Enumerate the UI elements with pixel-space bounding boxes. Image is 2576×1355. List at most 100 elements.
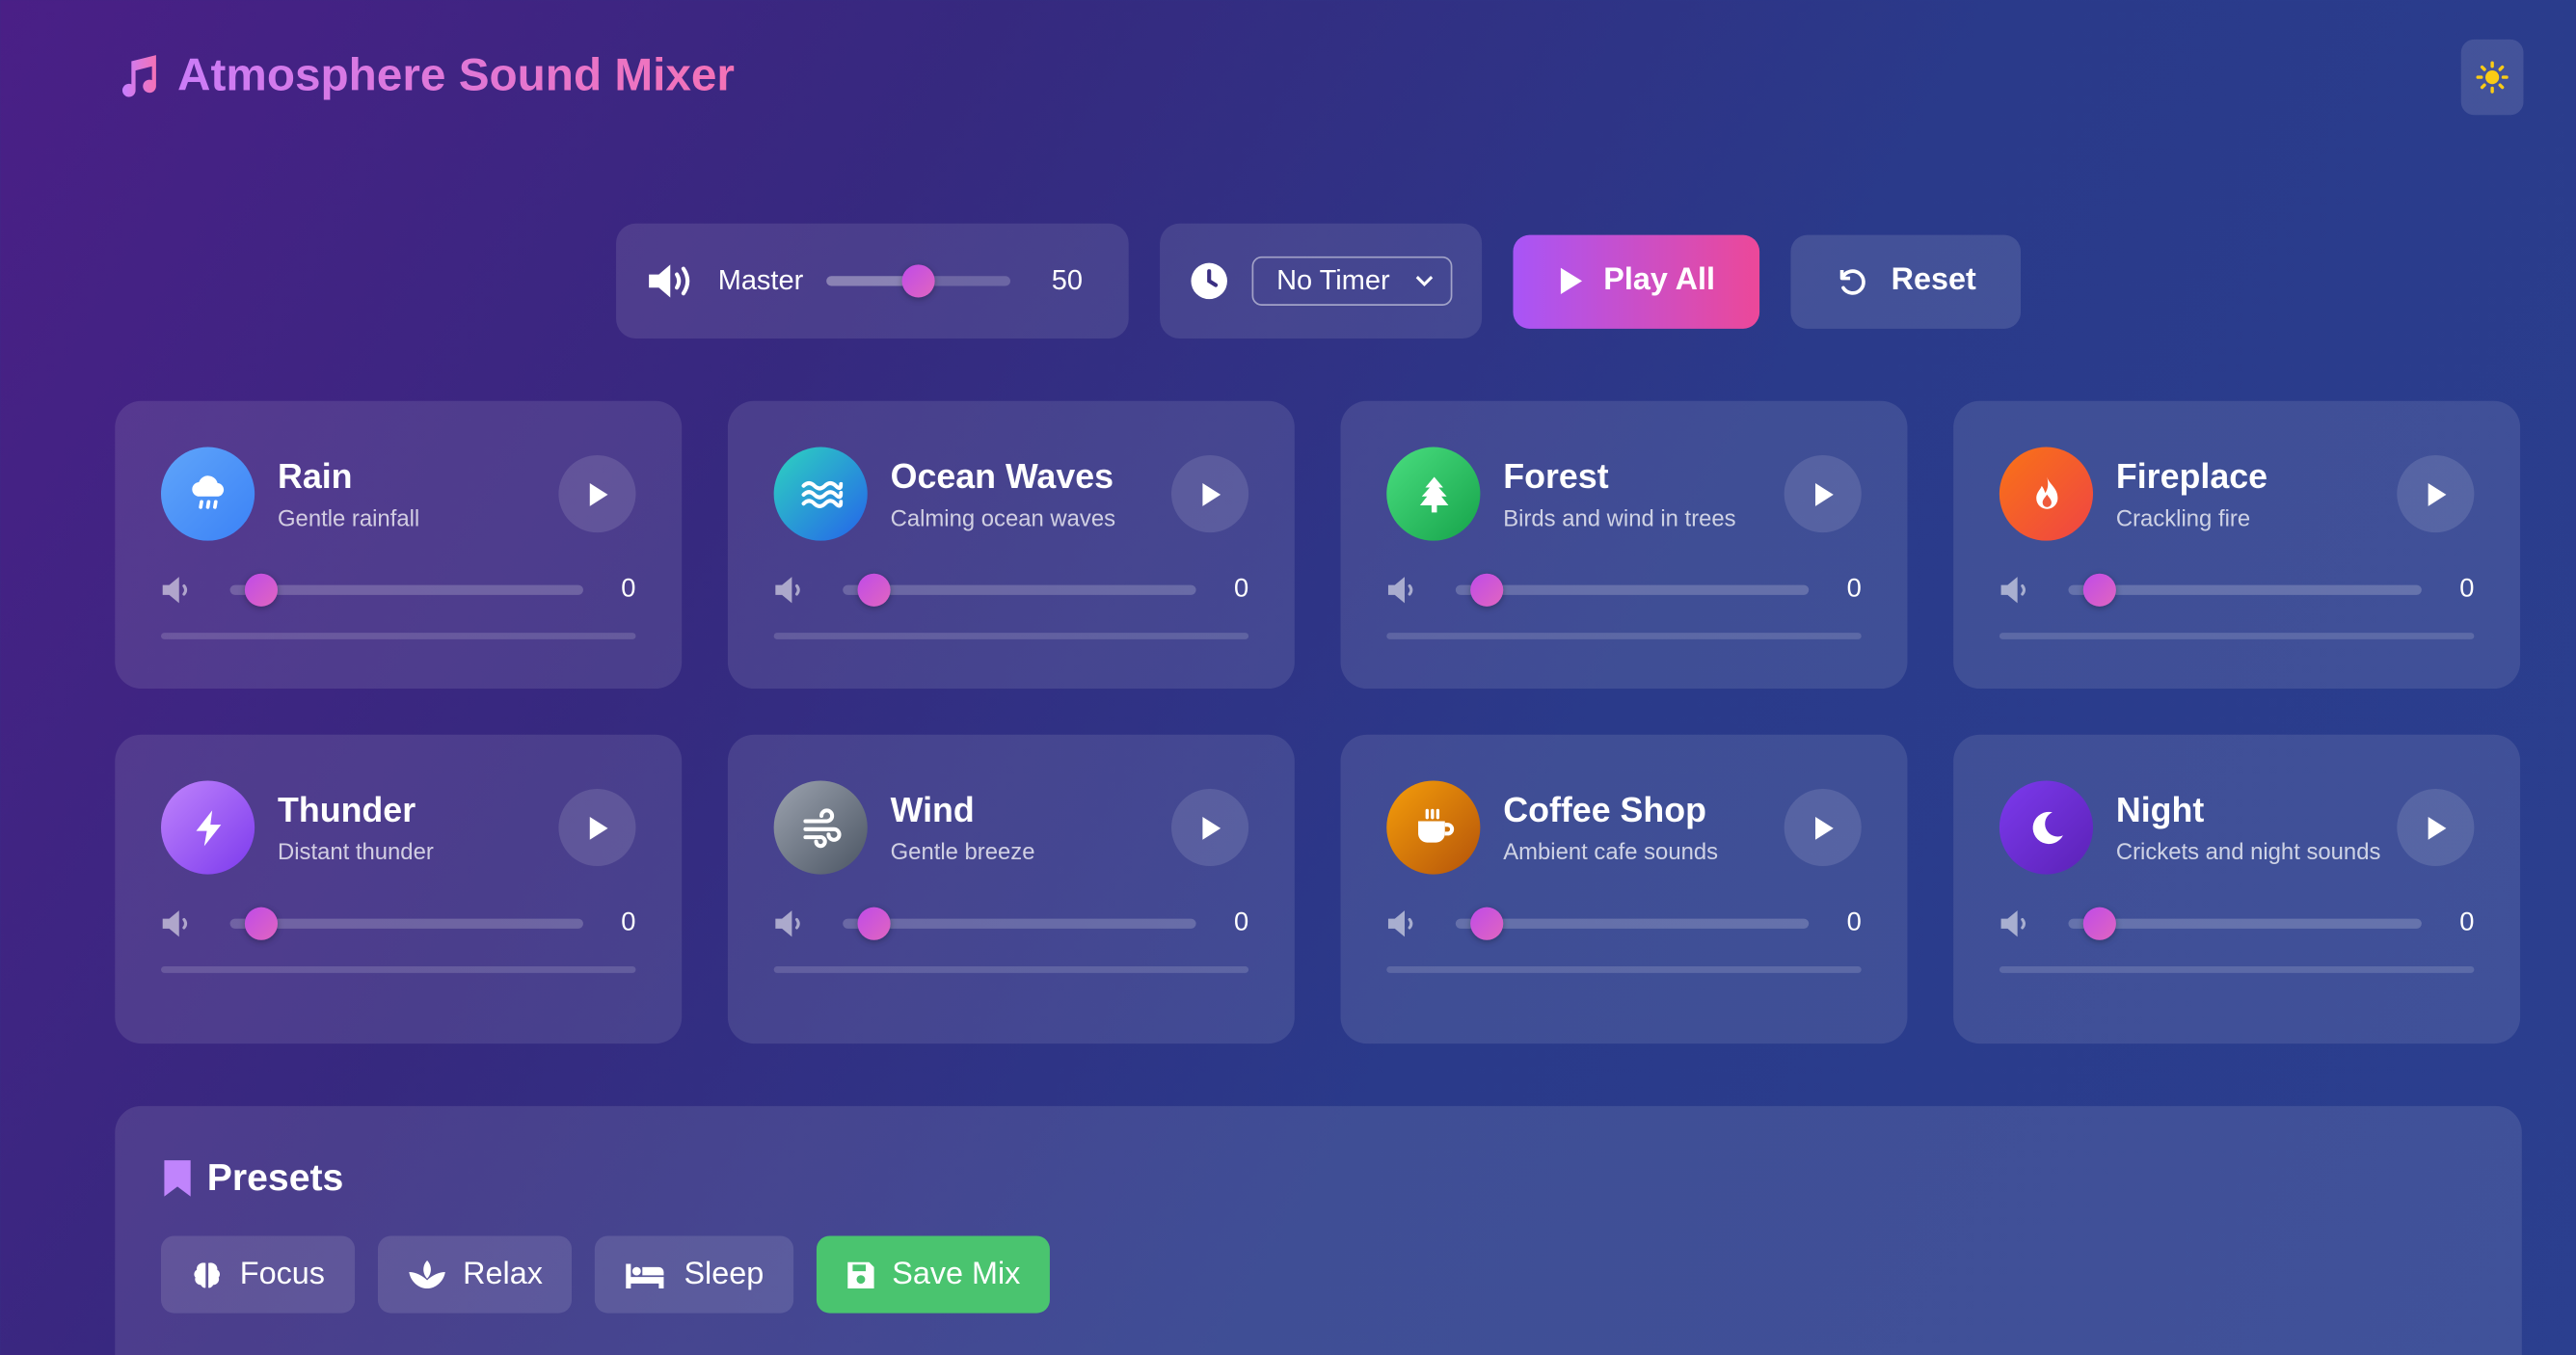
presets-panel: Presets Focus Relax Sleep Save Mix — [115, 1105, 2522, 1355]
sound-description: Distant thunder — [277, 837, 434, 864]
play-rain-button[interactable] — [558, 455, 636, 533]
play-fireplace-button[interactable] — [2397, 455, 2475, 533]
night-volume-thumb[interactable] — [2082, 907, 2116, 940]
timer-select[interactable]: No Timer — [1251, 256, 1453, 306]
sound-icon-badge — [773, 447, 868, 541]
sound-text: Wind Gentle breeze — [891, 790, 1171, 865]
fire-icon — [2035, 475, 2057, 508]
sound-card-header: Wind Gentle breeze — [773, 780, 1249, 875]
sound-text: Thunder Distant thunder — [278, 790, 558, 865]
ocean-waves-volume-thumb[interactable] — [857, 573, 891, 607]
app-title-text: Atmosphere Sound Mixer — [177, 49, 736, 100]
sound-name: Forest — [1503, 457, 1609, 496]
fireplace-volume-thumb[interactable] — [2082, 573, 2116, 607]
preset-focus-button[interactable]: Focus — [161, 1235, 355, 1314]
master-volume-thumb[interactable] — [901, 264, 935, 298]
preset-sleep-button[interactable]: Sleep — [595, 1235, 793, 1314]
sound-card-header: Rain Gentle rainfall — [161, 447, 636, 541]
sound-volume-value: 0 — [2459, 575, 2475, 604]
sound-icon-badge — [161, 447, 255, 541]
play-forest-button[interactable] — [1784, 455, 1862, 533]
play-icon — [1814, 816, 1833, 839]
fireplace-volume-slider[interactable] — [2068, 573, 2422, 607]
play-night-button[interactable] — [2397, 788, 2475, 867]
volume-low-icon — [2000, 910, 2026, 937]
sound-icon-badge — [1386, 447, 1481, 541]
sound-card-header: Ocean Waves Calming ocean waves — [773, 447, 1249, 541]
sound-volume-row: 0 — [161, 570, 635, 610]
play-all-button[interactable]: Play All — [1513, 233, 1760, 328]
coffee-shop-volume-thumb[interactable] — [1470, 907, 1504, 940]
master-volume-value: 50 — [1051, 264, 1083, 296]
rain-volume-thumb[interactable] — [244, 573, 278, 607]
app-title: Atmosphere Sound Mixer — [115, 49, 735, 102]
play-ocean-waves-button[interactable] — [1171, 455, 1249, 533]
sound-volume-row: 0 — [1386, 904, 1862, 943]
volume-low-icon — [162, 910, 188, 937]
sound-volume-value: 0 — [2459, 908, 2475, 937]
play-wind-button[interactable] — [1171, 788, 1249, 867]
ocean-waves-volume-slider[interactable] — [843, 573, 1196, 607]
theme-toggle-button[interactable] — [2460, 39, 2524, 116]
rain-volume-slider[interactable] — [229, 573, 583, 607]
sound-card-night: Night Crickets and night sounds 0 — [1953, 734, 2521, 1044]
reset-label: Reset — [1891, 262, 1976, 298]
thunder-volume-slider[interactable] — [229, 907, 583, 940]
water-icon — [800, 480, 843, 508]
volume-low-icon — [775, 910, 800, 937]
sound-volume-row: 0 — [774, 570, 1248, 610]
master-label: Master — [717, 264, 804, 296]
bookmark-icon — [164, 1159, 191, 1196]
play-coffee-shop-button[interactable] — [1784, 788, 1862, 867]
volume-low-icon — [1387, 910, 1413, 937]
timer-selected-value: No Timer — [1276, 264, 1390, 296]
sound-text: Night Crickets and night sounds — [2116, 790, 2397, 865]
sound-card-coffee-shop: Coffee Shop Ambient cafe sounds 0 — [1340, 734, 1908, 1044]
sound-name: Thunder — [277, 791, 416, 829]
preset-buttons: Focus Relax Sleep Save Mix — [161, 1235, 2476, 1314]
play-icon — [2427, 482, 2446, 506]
sound-description: Birds and wind in trees — [1503, 503, 1736, 530]
spa-icon — [408, 1260, 445, 1288]
volume-low-icon — [775, 577, 800, 604]
sound-text: Fireplace Crackling fire — [2116, 456, 2397, 531]
coffee-shop-volume-slider[interactable] — [1455, 907, 1810, 940]
sound-name: Rain — [277, 457, 353, 496]
bolt-icon — [195, 809, 221, 846]
reset-button[interactable]: Reset — [1790, 233, 2022, 328]
sound-icon-badge — [773, 780, 868, 875]
sound-name: Coffee Shop — [1503, 791, 1707, 829]
wind-volume-thumb[interactable] — [857, 907, 891, 940]
save-icon — [847, 1260, 874, 1288]
sound-progress-bar — [1386, 966, 1862, 973]
play-icon — [1201, 482, 1221, 506]
play-icon — [1814, 482, 1833, 506]
volume-low-icon — [1387, 577, 1413, 604]
preset-sleep-label: Sleep — [684, 1256, 765, 1291]
sound-card-fireplace: Fireplace Crackling fire 0 — [1953, 400, 2521, 690]
night-volume-slider[interactable] — [2068, 907, 2422, 940]
play-icon — [588, 482, 607, 506]
play-all-label: Play All — [1603, 262, 1716, 298]
preset-relax-button[interactable]: Relax — [377, 1235, 573, 1314]
sound-icon-badge — [161, 780, 255, 875]
forest-volume-thumb[interactable] — [1470, 573, 1504, 607]
sound-card-header: Night Crickets and night sounds — [1999, 780, 2475, 875]
preset-focus-label: Focus — [239, 1256, 325, 1291]
sound-card-header: Fireplace Crackling fire — [1999, 447, 2475, 541]
sound-description: Gentle breeze — [890, 837, 1035, 864]
sound-progress-bar — [161, 633, 636, 639]
forest-volume-slider[interactable] — [1455, 573, 1810, 607]
save-mix-button[interactable]: Save Mix — [816, 1235, 1051, 1314]
master-volume-slider[interactable] — [826, 264, 1010, 298]
play-icon — [1560, 267, 1583, 295]
cloud-rain-icon — [191, 474, 224, 508]
coffee-icon — [1417, 807, 1454, 842]
volume-high-icon — [649, 264, 690, 298]
sound-volume-value: 0 — [621, 908, 636, 937]
wind-volume-slider[interactable] — [843, 907, 1196, 940]
sound-progress-bar — [1999, 966, 2475, 973]
sound-card-rain: Rain Gentle rainfall 0 — [115, 400, 683, 690]
thunder-volume-thumb[interactable] — [244, 907, 278, 940]
play-thunder-button[interactable] — [558, 788, 636, 867]
